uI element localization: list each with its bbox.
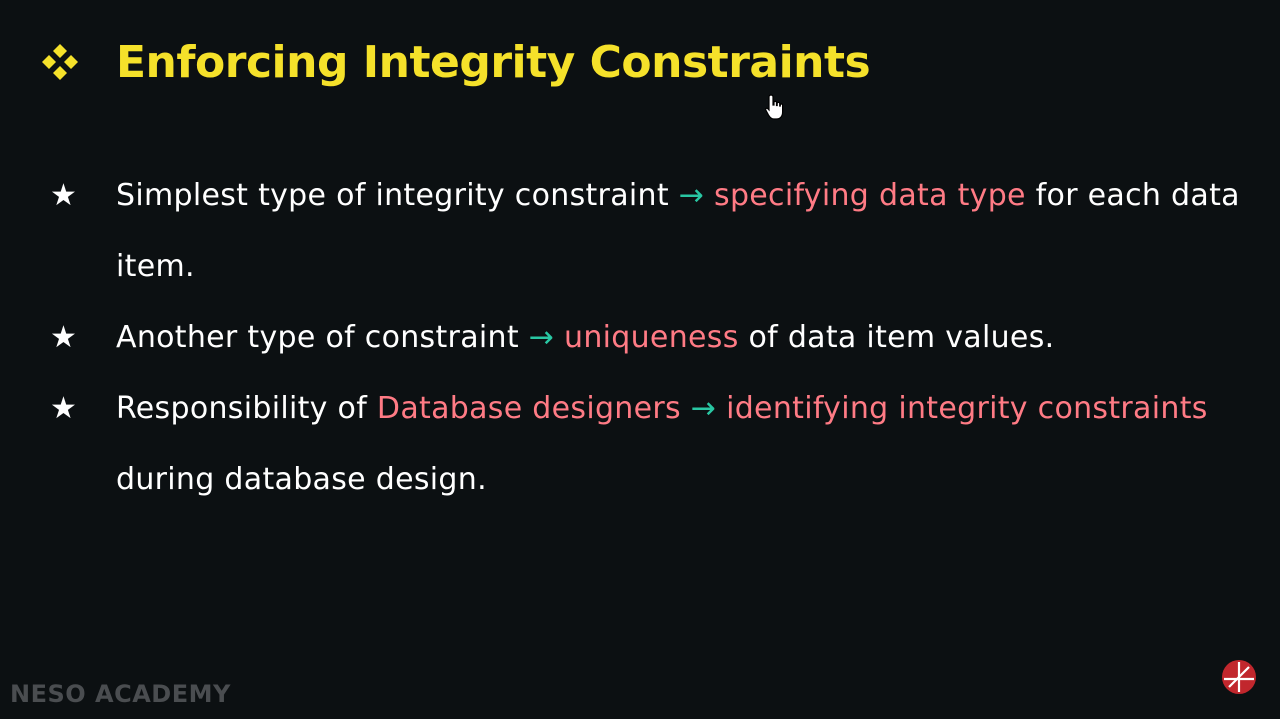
bullet-text: during database design. bbox=[116, 462, 487, 497]
bullet-text: Another type of constraint bbox=[116, 320, 519, 355]
bullet-text: Simplest type of integrity constraint bbox=[116, 178, 669, 213]
bullet-text: Responsibility of bbox=[116, 391, 368, 426]
bullet-item: ★ Responsibility of Database designers →… bbox=[50, 373, 1250, 515]
slide-title: Enforcing Integrity Constraints bbox=[116, 36, 871, 88]
bullet-item: ★ Another type of constraint → uniquenes… bbox=[50, 302, 1250, 373]
bullet-item: ★ Simplest type of integrity constraint … bbox=[50, 160, 1250, 302]
watermark: NESO ACADEMY bbox=[10, 680, 231, 708]
arrow-icon: → bbox=[690, 391, 717, 426]
star-icon: ★ bbox=[50, 178, 78, 213]
bullet-highlight: specifying data type bbox=[714, 178, 1026, 213]
four-diamond-icon bbox=[42, 44, 78, 80]
slide-title-row: Enforcing Integrity Constraints bbox=[38, 30, 871, 94]
bullet-text: of data item values. bbox=[748, 320, 1055, 355]
neso-logo-icon bbox=[1222, 660, 1256, 694]
star-icon: ★ bbox=[50, 391, 78, 426]
bullet-list: ★ Simplest type of integrity constraint … bbox=[50, 160, 1250, 515]
bullet-highlight: uniqueness bbox=[564, 320, 739, 355]
hand-cursor-icon bbox=[765, 94, 784, 120]
arrow-icon: → bbox=[678, 178, 705, 213]
bullet-highlight: identifying integrity constraints bbox=[726, 391, 1208, 426]
star-icon: ★ bbox=[50, 320, 78, 355]
arrow-icon: → bbox=[528, 320, 555, 355]
bullet-highlight: Database designers bbox=[376, 391, 681, 426]
slide: Enforcing Integrity Constraints ★ Simple… bbox=[0, 0, 1280, 719]
